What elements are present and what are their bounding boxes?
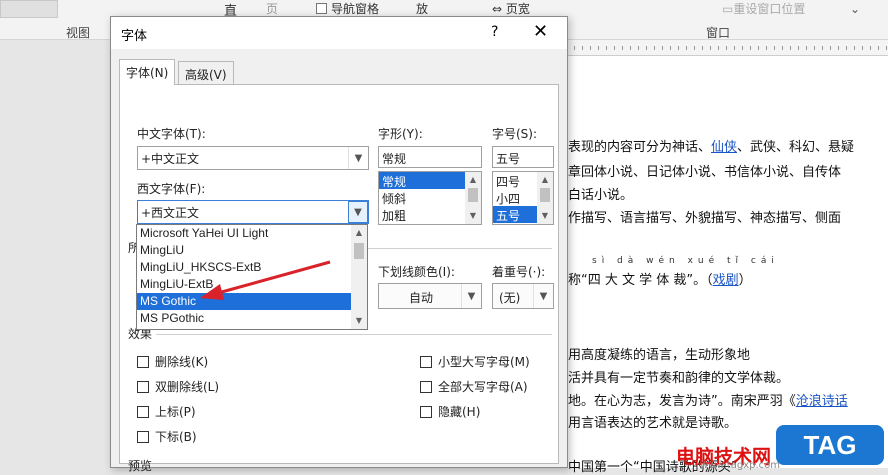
doc-line-3: 白话小说。	[568, 188, 634, 203]
preview-section-label: 预览	[128, 459, 153, 473]
font-option[interactable]: MingLiU_HKSCS-ExtB	[137, 259, 367, 276]
nav-pane-checkbox[interactable]	[316, 3, 327, 14]
chevron-down-icon[interactable]: ▼	[348, 201, 368, 223]
emphasis-value: (无)	[499, 291, 521, 305]
ribbon-zoom-partial[interactable]: 放	[416, 0, 428, 17]
western-font-value[interactable]: +西文正文	[141, 204, 199, 221]
scroll-thumb[interactable]	[540, 188, 550, 202]
doc-line-6: 用高度凝练的语言，生动形象地	[568, 348, 751, 363]
size-input[interactable]: 五号	[492, 146, 554, 168]
size-list[interactable]: 四号 小四 五号 ▲ ▼	[492, 171, 554, 225]
size-scrollbar[interactable]: ▲ ▼	[537, 172, 553, 224]
doc-line-7: 活并具有一定节奏和韵律的文学体裁。	[568, 371, 790, 386]
size-label: 字号(S):	[492, 127, 538, 141]
pinyin-annotation: sì dà wén xué tǐ cái	[592, 256, 779, 266]
doc-line-5: 称“四 大 文 学 体 裁”。（戏剧）	[568, 273, 752, 288]
chevron-down-icon[interactable]: ▼	[533, 284, 553, 308]
ribbon-expand-chevron-icon[interactable]: ⌄	[850, 2, 860, 16]
underline-color-combo[interactable]: 自动 ▼	[378, 283, 482, 309]
font-option[interactable]: MingLiU-ExtB	[137, 276, 367, 293]
style-list[interactable]: 常规 倾斜 加粗 ▲ ▼	[378, 171, 482, 225]
reset-window-label: 重设窗口位置	[733, 2, 806, 16]
scroll-down-icon[interactable]: ▼	[537, 208, 553, 224]
font-option[interactable]: MingLiU	[137, 242, 367, 259]
page-width-label: 页宽	[505, 2, 530, 16]
tab-advanced[interactable]: 高级(V)	[178, 61, 234, 85]
chevron-down-icon[interactable]: ▼	[461, 284, 481, 308]
doc-line-4: 作描写、语言描写、外貌描写、神态描写、侧面	[568, 211, 842, 226]
checkbox-box[interactable]	[137, 356, 149, 368]
font-option-selected[interactable]: MS Gothic	[137, 293, 367, 310]
checkbox-box[interactable]	[137, 431, 149, 443]
subscript-checkbox[interactable]: 下标(B)	[137, 428, 197, 445]
font-option[interactable]: Microsoft YaHei UI Light	[137, 225, 367, 242]
scroll-up-icon[interactable]: ▲	[537, 172, 553, 188]
watermark-url: www.tagxp.com	[700, 460, 780, 471]
doc-line-2: 章回体小说、日记体小说、书信体小说、自传体	[568, 165, 842, 180]
western-font-combo[interactable]: +西文正文 ▼	[137, 200, 369, 224]
font-option[interactable]: MS PGothic	[137, 310, 367, 327]
chevron-down-icon[interactable]: ▼	[348, 147, 368, 169]
chinese-font-label: 中文字体(T):	[137, 127, 206, 141]
scroll-up-icon[interactable]: ▲	[351, 225, 367, 241]
ribbon-nav-pane[interactable]: 导航窗格	[316, 0, 379, 17]
scroll-up-icon[interactable]: ▲	[465, 172, 481, 188]
doc-line-9: 用言语表达的艺术就是诗歌。	[568, 416, 738, 431]
tab-font[interactable]: 字体(N)	[119, 59, 176, 85]
ruler	[566, 40, 888, 56]
western-font-label: 西文字体(F):	[137, 182, 206, 196]
strikethrough-checkbox[interactable]: 删除线(K)	[137, 353, 208, 370]
style-scrollbar[interactable]: ▲ ▼	[465, 172, 481, 224]
superscript-checkbox[interactable]: 上标(P)	[137, 403, 196, 420]
divider	[156, 334, 552, 335]
checkbox-box[interactable]	[137, 406, 149, 418]
ribbon-page-partial[interactable]: 页	[266, 0, 278, 17]
checkbox-box[interactable]	[420, 356, 432, 368]
all-caps-checkbox[interactable]: 全部大写字母(A)	[420, 378, 528, 395]
doc-line-1: 表现的内容可分为神话、仙侠、武侠、科幻、悬疑	[568, 140, 855, 155]
underline-color-label: 下划线颜色(I):	[378, 265, 455, 279]
tag-logo: TAG	[776, 425, 884, 465]
link-drama[interactable]: 戏剧	[713, 273, 739, 288]
link-xianxia[interactable]: 仙侠	[711, 140, 737, 155]
dialog-title: 字体	[121, 29, 148, 44]
view-group-label: 视图	[66, 26, 91, 40]
document-page[interactable]: 表现的内容可分为神话、仙侠、武侠、科幻、悬疑 章回体小说、日记体小说、书信体小说…	[556, 56, 888, 475]
chinese-font-combo[interactable]: +中文正文 ▼	[137, 146, 369, 170]
chinese-font-value: +中文正文	[141, 152, 200, 166]
small-caps-checkbox[interactable]: 小型大写字母(M)	[420, 353, 530, 370]
ribbon-view-button[interactable]	[0, 0, 58, 18]
close-icon[interactable]: ✕	[533, 21, 548, 42]
font-dropdown-scrollbar[interactable]: ▲ ▼	[351, 225, 367, 329]
link-canglang[interactable]: 沧浪诗话	[796, 394, 848, 409]
window-group-label: 窗口	[706, 26, 731, 40]
checkbox-box[interactable]	[420, 406, 432, 418]
underline-color-value: 自动	[409, 291, 434, 305]
page-width-icon: ⇔	[492, 2, 503, 16]
help-icon[interactable]: ?	[491, 24, 498, 40]
double-strikethrough-checkbox[interactable]: 双删除线(L)	[137, 378, 219, 395]
scroll-thumb[interactable]	[468, 188, 478, 202]
scroll-down-icon[interactable]: ▼	[465, 208, 481, 224]
scroll-down-icon[interactable]: ▼	[351, 313, 367, 329]
ribbon-page-width[interactable]: ⇔ 页宽	[492, 0, 530, 17]
hidden-checkbox[interactable]: 隐藏(H)	[420, 403, 480, 420]
style-label: 字形(Y):	[378, 127, 423, 141]
scroll-thumb[interactable]	[354, 243, 364, 259]
western-font-dropdown[interactable]: Microsoft YaHei UI Light MingLiU MingLiU…	[136, 224, 368, 330]
dialog-titlebar[interactable]: 字体 ? ✕	[111, 17, 567, 49]
doc-line-8: 地。在心为志，发言为诗”。南宋严羽《沧浪诗话	[568, 394, 848, 409]
reset-window-icon: ▭	[722, 2, 734, 16]
checkbox-box[interactable]	[420, 381, 432, 393]
nav-pane-label: 导航窗格	[331, 2, 380, 16]
checkbox-box[interactable]	[137, 381, 149, 393]
emphasis-combo[interactable]: (无) ▼	[492, 283, 554, 309]
ribbon-reset-window[interactable]: ▭重设窗口位置	[722, 0, 805, 17]
style-input[interactable]: 常规	[378, 146, 482, 168]
emphasis-label: 着重号(·):	[492, 265, 546, 279]
